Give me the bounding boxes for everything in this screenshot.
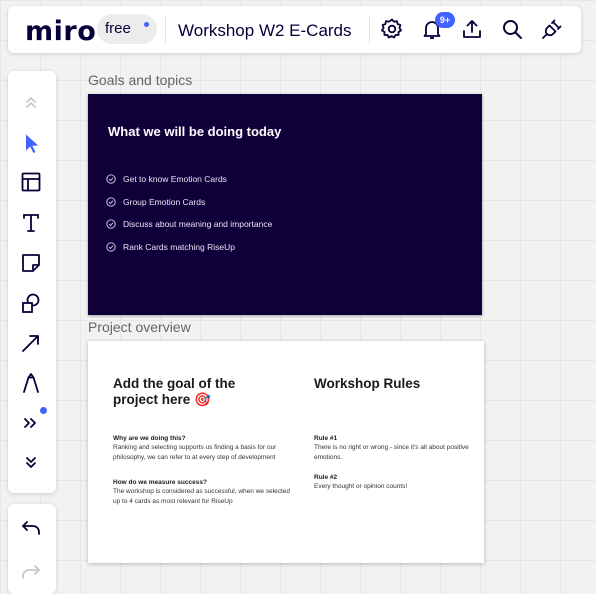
board-name[interactable]: Workshop W2 E-Cards: [178, 21, 352, 41]
success-body: The workshop is considered as successful…: [113, 488, 291, 505]
sticky-note-tool[interactable]: [19, 251, 45, 277]
pen-icon: [23, 373, 39, 393]
collapse-toolbar-button[interactable]: [19, 91, 45, 117]
shapes-icon: [22, 293, 40, 313]
gear-icon: [381, 18, 402, 39]
text-tool[interactable]: [19, 211, 45, 237]
divider: [369, 17, 370, 43]
settings-button[interactable]: [380, 17, 406, 43]
plan-indicator-dot: [144, 22, 149, 27]
rule-2-title: Rule #2: [314, 474, 338, 481]
connection-line-tool[interactable]: [19, 331, 45, 357]
history-panel: [8, 504, 56, 594]
why-title: Why are we doing this?: [113, 435, 186, 442]
templates-tool[interactable]: [19, 170, 45, 196]
check-circle-icon: [106, 196, 116, 207]
undo-button[interactable]: [19, 516, 45, 542]
success-title: How do we measure success?: [113, 479, 207, 486]
integrations-button[interactable]: [540, 17, 566, 43]
more-tools-icon: [24, 418, 36, 428]
notifications-button[interactable]: 9+: [420, 12, 455, 43]
select-cursor-icon: [26, 134, 39, 153]
why-body: Ranking and selecting supports us findin…: [113, 444, 277, 461]
rule-1-body: There is no right or wrong - since it's …: [314, 444, 469, 461]
check-circle-icon: [106, 241, 116, 252]
expand-down-icon: [26, 457, 36, 468]
text-icon: [23, 214, 39, 232]
goal-item-text: Rank Cards matching RiseUp: [123, 241, 235, 252]
frame-title-goals[interactable]: Goals and topics: [88, 72, 192, 88]
plan-label: free: [105, 20, 131, 37]
more-tools-button[interactable]: [19, 411, 45, 437]
templates-icon: [21, 172, 41, 192]
rules-heading: Workshop Rules: [314, 376, 421, 391]
arrow-connector-icon: [22, 335, 39, 352]
rule-1-title: Rule #1: [314, 435, 338, 442]
select-tool[interactable]: [19, 131, 45, 157]
rule-1-block: Rule #1 There is no right or wrong - sin…: [314, 434, 474, 462]
shapes-tool[interactable]: [19, 291, 45, 317]
why-block: Why are we doing this? Ranking and selec…: [113, 434, 299, 462]
top-bar: miro free Workshop W2 E-Cards 9+: [8, 6, 581, 53]
success-block: How do we measure success? The workshop …: [113, 478, 299, 506]
pen-tool[interactable]: [19, 371, 45, 397]
notification-badge: 9+: [435, 12, 455, 28]
rule-2-block: Rule #2 Every thought or opinion counts!: [314, 473, 474, 492]
divider: [165, 17, 166, 43]
miro-logo[interactable]: miro: [25, 16, 96, 47]
search-button[interactable]: [500, 17, 526, 43]
goals-heading: What we will be doing today: [108, 124, 282, 139]
goal-heading: Add the goal of the project here 🎯: [113, 376, 236, 407]
sticky-note-icon: [22, 254, 40, 272]
undo-icon: [22, 521, 40, 535]
frame-title-overview[interactable]: Project overview: [88, 319, 191, 335]
goal-item-text: Get to know Emotion Cards: [123, 174, 227, 184]
share-button[interactable]: [460, 17, 486, 43]
check-circle-icon: [106, 219, 116, 229]
redo-icon: [22, 565, 40, 579]
rule-2-body: Every thought or opinion counts!: [314, 483, 408, 490]
goal-item-text: Discuss about meaning and importance: [123, 219, 273, 229]
expand-toolbar-button[interactable]: [19, 450, 45, 476]
check-circle-icon: [106, 174, 116, 184]
overview-frame[interactable]: Add the goal of the project here 🎯 Why a…: [88, 341, 484, 563]
new-apps-indicator-dot: [40, 407, 47, 414]
upload-icon: [463, 20, 481, 38]
goal-item-text: Group Emotion Cards: [123, 196, 206, 207]
plug-icon: [542, 19, 562, 39]
search-icon: [503, 20, 522, 39]
left-toolbar: [8, 71, 56, 493]
redo-button[interactable]: [19, 560, 45, 586]
plan-badge[interactable]: free: [97, 14, 157, 44]
collapse-up-icon: [26, 97, 36, 108]
goals-frame[interactable]: What we will be doing today Get to know …: [88, 94, 482, 315]
